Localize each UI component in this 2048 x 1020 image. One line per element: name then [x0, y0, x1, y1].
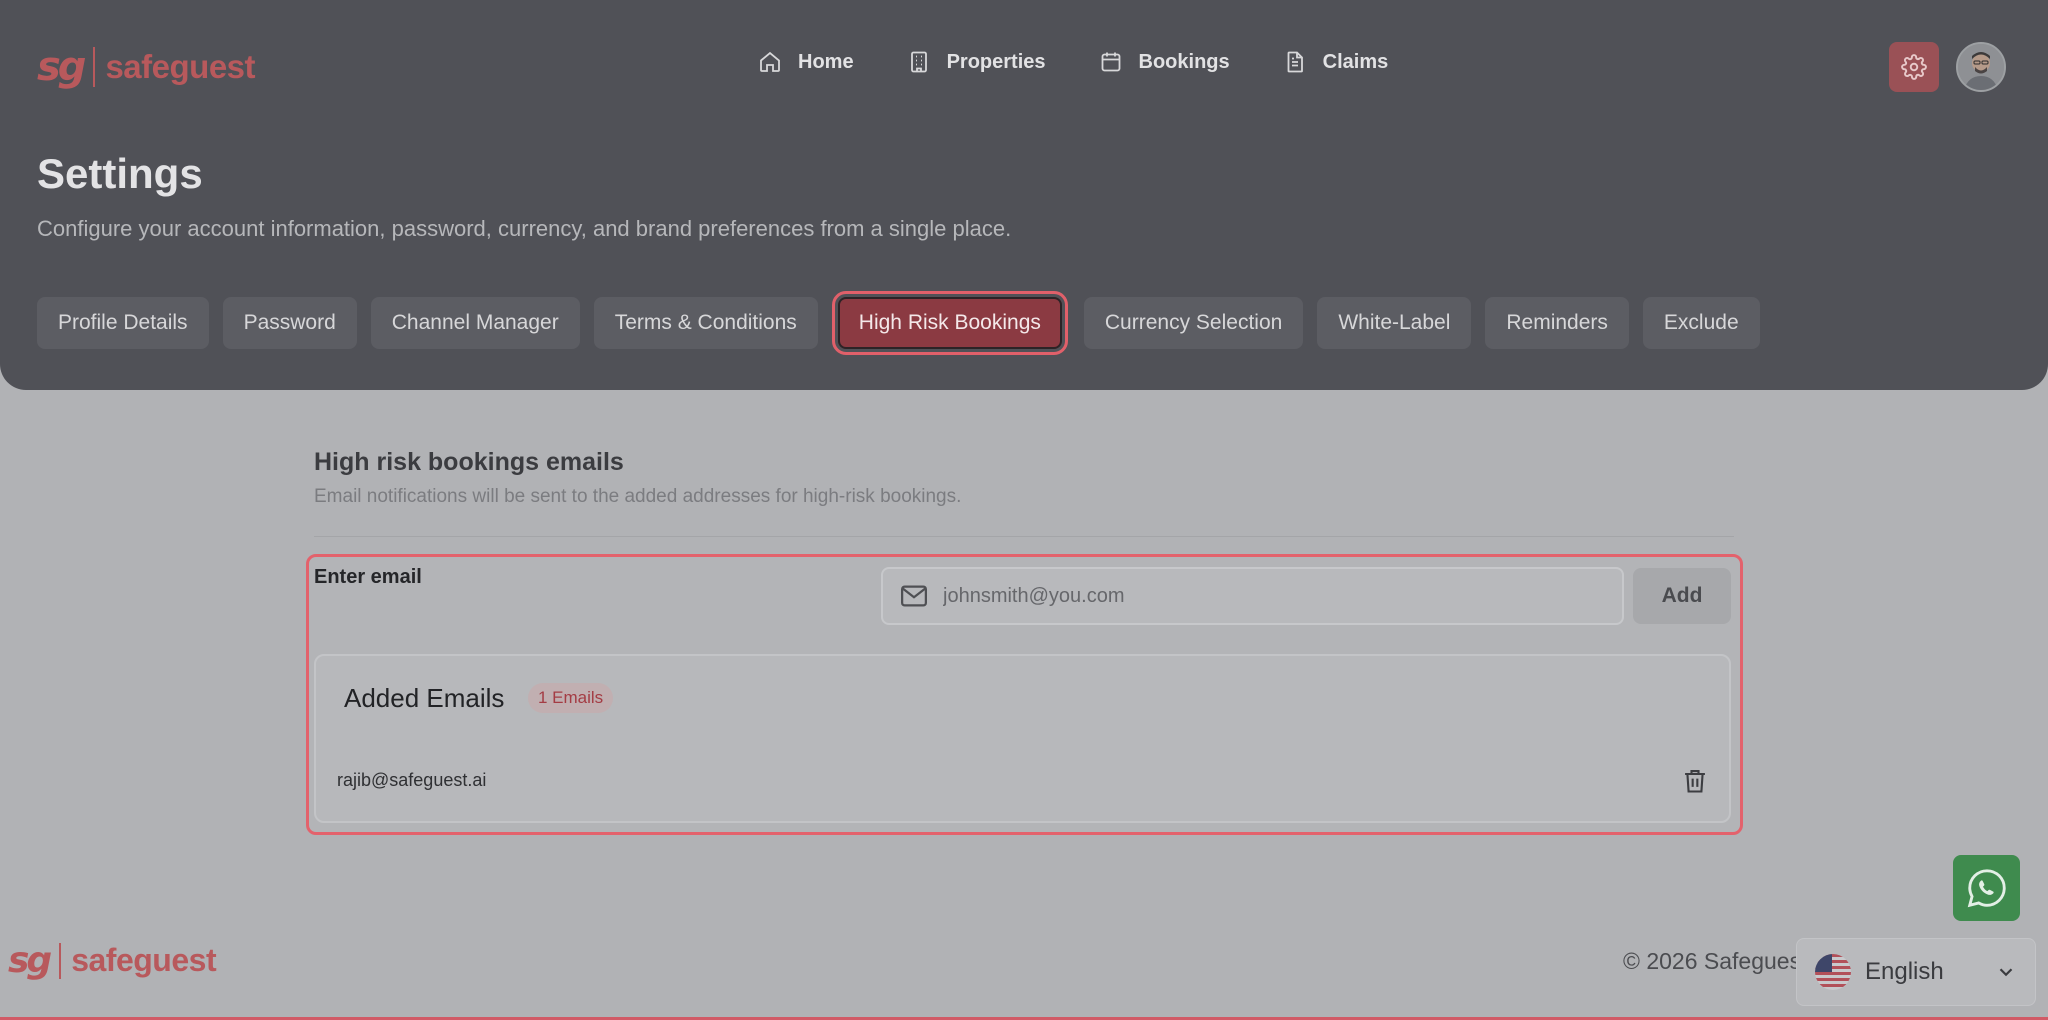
- whatsapp-chat-button[interactable]: [1953, 855, 2020, 921]
- email-input[interactable]: [943, 584, 1583, 608]
- nav-label-home: Home: [798, 50, 854, 73]
- language-selector[interactable]: English: [1796, 938, 2036, 1006]
- tab-white-label[interactable]: White-Label: [1317, 297, 1472, 349]
- email-count-badge: 1 Emails: [528, 683, 614, 713]
- delete-email-button[interactable]: [1681, 767, 1709, 795]
- section-title: High risk bookings emails: [314, 448, 624, 476]
- settings-tabs: Profile Details Password Channel Manager…: [37, 291, 1774, 355]
- tab-password[interactable]: Password: [222, 297, 357, 349]
- settings-button[interactable]: [1889, 42, 1939, 92]
- us-flag-icon: [1815, 954, 1851, 990]
- nav-label-properties: Properties: [946, 50, 1046, 73]
- enter-email-label: Enter email: [314, 566, 422, 588]
- whatsapp-icon: [1967, 869, 2006, 908]
- email-input-container[interactable]: [881, 567, 1624, 625]
- footer-brand-name: safeguest: [71, 942, 217, 978]
- home-icon: [760, 51, 780, 72]
- tab-profile-details[interactable]: Profile Details: [37, 297, 209, 349]
- brand-logo[interactable]: sg safeguest: [37, 44, 256, 90]
- tab-terms-conditions[interactable]: Terms & Conditions: [593, 297, 818, 349]
- section-divider: [314, 536, 1734, 537]
- tab-channel-manager[interactable]: Channel Manager: [370, 297, 580, 349]
- nav-label-bookings: Bookings: [1138, 50, 1230, 73]
- tab-reminders[interactable]: Reminders: [1485, 297, 1629, 349]
- email-list-item: rajib@safeguest.ai: [337, 770, 487, 790]
- tab-high-risk-bookings[interactable]: High Risk Bookings: [831, 291, 1068, 355]
- document-icon: [1287, 51, 1303, 73]
- page-subtitle: Configure your account information, pass…: [37, 216, 1012, 241]
- brand-divider: [93, 47, 96, 87]
- gear-icon: [1901, 54, 1927, 80]
- trash-icon: [1685, 770, 1705, 793]
- add-email-button[interactable]: Add: [1633, 568, 1731, 624]
- building-icon: [910, 51, 927, 73]
- page-title: Settings: [37, 150, 203, 197]
- main-nav: Home Properties Bookings Claims: [758, 50, 1388, 74]
- mail-icon: [901, 585, 927, 607]
- calendar-icon: [1101, 52, 1120, 72]
- footer-brand-mark: sg: [8, 940, 52, 981]
- added-emails-card: [314, 654, 1731, 823]
- chevron-down-icon: [1999, 968, 2013, 977]
- top-header: sg safeguest Home Properties Bookings Cl…: [0, 0, 2048, 390]
- added-emails-title: Added Emails: [344, 683, 505, 713]
- section-description: Email notifications will be sent to the …: [314, 486, 962, 507]
- nav-item-home[interactable]: Home: [758, 50, 854, 74]
- tab-exclude[interactable]: Exclude: [1642, 297, 1760, 349]
- nav-item-claims[interactable]: Claims: [1283, 50, 1389, 74]
- user-avatar[interactable]: [1956, 42, 2006, 92]
- copyright-text: © 2026 Safeguest: [1623, 948, 1803, 974]
- footer-brand-divider: [59, 942, 62, 979]
- tab-currency-selection[interactable]: Currency Selection: [1083, 297, 1304, 349]
- nav-label-claims: Claims: [1322, 50, 1389, 73]
- nav-item-bookings[interactable]: Bookings: [1099, 50, 1230, 74]
- language-label: English: [1865, 958, 1944, 985]
- brand-name: safeguest: [105, 48, 256, 85]
- brand-mark: sg: [37, 44, 86, 90]
- footer-logo[interactable]: sg safeguest: [8, 940, 217, 981]
- user-avatar-image: [1958, 44, 2004, 90]
- nav-item-properties[interactable]: Properties: [907, 50, 1046, 74]
